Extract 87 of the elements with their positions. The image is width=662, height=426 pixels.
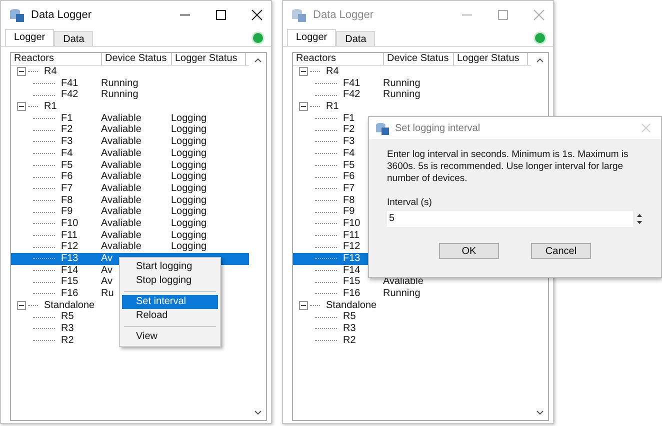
logger-status: Logging — [171, 124, 207, 136]
dialog-title: Set logging interval — [395, 122, 480, 134]
tree-item-label: F2 — [343, 124, 355, 136]
field-label: Interval (s) — [387, 197, 433, 208]
tree-item-label: R3 — [343, 323, 356, 335]
logger-status: Logging — [171, 182, 207, 194]
tree-item-label: Standalone — [326, 300, 377, 312]
tree-item-label: F4 — [343, 148, 355, 160]
tree-item-label: F2 — [61, 124, 73, 136]
tree-item-label: F11 — [61, 230, 78, 242]
tree-item-label: F15 — [343, 276, 360, 288]
dialog-message: Enter log interval in seconds. Minimum is 1s. Maximum is 3600s. 5s is recommended. Use longer interval for large number of devices. — [387, 149, 630, 185]
tree-item-label: R4 — [326, 66, 339, 78]
device-status: Avaliable — [101, 160, 142, 170]
device-status: Av — [101, 276, 112, 288]
tree-item-label: F41 — [61, 78, 78, 90]
tree-item-label: F8 — [61, 194, 73, 206]
device-status: Avaliable — [101, 112, 142, 124]
device-status: Avaliable — [101, 182, 142, 194]
device-status: Avaliable — [101, 194, 142, 206]
tree-item-label: R4 — [44, 66, 57, 78]
logger-status: Logging — [171, 194, 207, 206]
logger-status: Logging — [171, 136, 207, 148]
tree-item-label: F41 — [343, 78, 360, 90]
tree-item-label: F12 — [343, 241, 360, 254]
tree-item-label: F5 — [343, 160, 355, 172]
tree-item-label: F9 — [343, 206, 355, 218]
device-status: Avaliable — [101, 171, 142, 182]
tree-item-label: F6 — [343, 171, 355, 183]
tree-item-label: F1 — [61, 112, 73, 124]
tree-item-label: F13 — [343, 253, 360, 265]
logger-status: Logging — [171, 171, 207, 182]
tree-item-label: F11 — [343, 230, 360, 242]
device-status: Running — [383, 78, 420, 89]
device-status: Avaliable — [101, 230, 142, 241]
tree-item-label: F7 — [343, 182, 355, 195]
tree-item-label: F10 — [61, 218, 78, 230]
device-status: Ru — [101, 288, 114, 300]
tree-item-label: F13 — [61, 253, 78, 265]
tree-item-label: Standalone — [44, 300, 95, 312]
tree-item-label: F14 — [343, 264, 360, 276]
tree-item-label: R5 — [343, 311, 356, 324]
tree-item-label: F6 — [61, 171, 73, 183]
device-status: Running — [101, 89, 138, 100]
logger-status: Logging — [171, 218, 207, 229]
device-status: Avaliable — [383, 276, 424, 288]
tree-item-label: F42 — [61, 89, 78, 102]
tree-item-label: F42 — [343, 89, 360, 102]
tree-item-label: R5 — [61, 311, 74, 324]
device-status: Avaliable — [101, 218, 142, 229]
device-status: Avaliable — [101, 206, 142, 218]
device-status: Running — [383, 288, 420, 300]
device-status: Avaliable — [101, 136, 142, 148]
tree-item-label: F16 — [343, 288, 360, 300]
window-title: Data Logger — [313, 9, 374, 21]
device-status: Av — [101, 253, 112, 264]
device-status: Running — [383, 89, 420, 100]
device-status: Avaliable — [101, 241, 142, 252]
tree-item-label: F3 — [343, 136, 355, 148]
tree-item-label: R3 — [61, 323, 74, 335]
tree-item-label: F4 — [61, 148, 73, 160]
tree-item-label: F1 — [343, 112, 355, 124]
window-title: Data Logger — [31, 9, 92, 21]
tree-item-label: F7 — [61, 182, 73, 195]
logger-status: Logging — [171, 230, 207, 241]
device-status: Av — [101, 264, 112, 276]
logger-status: Logging — [171, 112, 207, 124]
logger-status: Logging — [171, 206, 207, 218]
device-status: Avaliable — [101, 124, 142, 136]
tree-item-label: F16 — [61, 288, 78, 300]
tree-item-label: F5 — [61, 160, 73, 172]
tree-item-label: F14 — [61, 264, 78, 276]
tree-item-label: F3 — [61, 136, 73, 148]
logger-status: Logging — [171, 160, 207, 170]
tree-item-label: F9 — [61, 206, 73, 218]
tree-item-label: R2 — [343, 334, 356, 347]
tree-item-label: F8 — [343, 194, 355, 206]
logger-status: Logging — [171, 148, 207, 159]
tree-item-label: F12 — [61, 241, 78, 254]
device-status: Running — [101, 78, 138, 89]
tree-item-label: R1 — [326, 101, 339, 113]
tree-item-label: R2 — [61, 334, 74, 347]
logger-status: Logging — [171, 241, 207, 252]
tree-item-label: R1 — [44, 101, 57, 113]
tree-item-label: F10 — [343, 218, 360, 230]
device-status: Avaliable — [101, 148, 142, 159]
tree-item-label: F15 — [61, 276, 78, 288]
